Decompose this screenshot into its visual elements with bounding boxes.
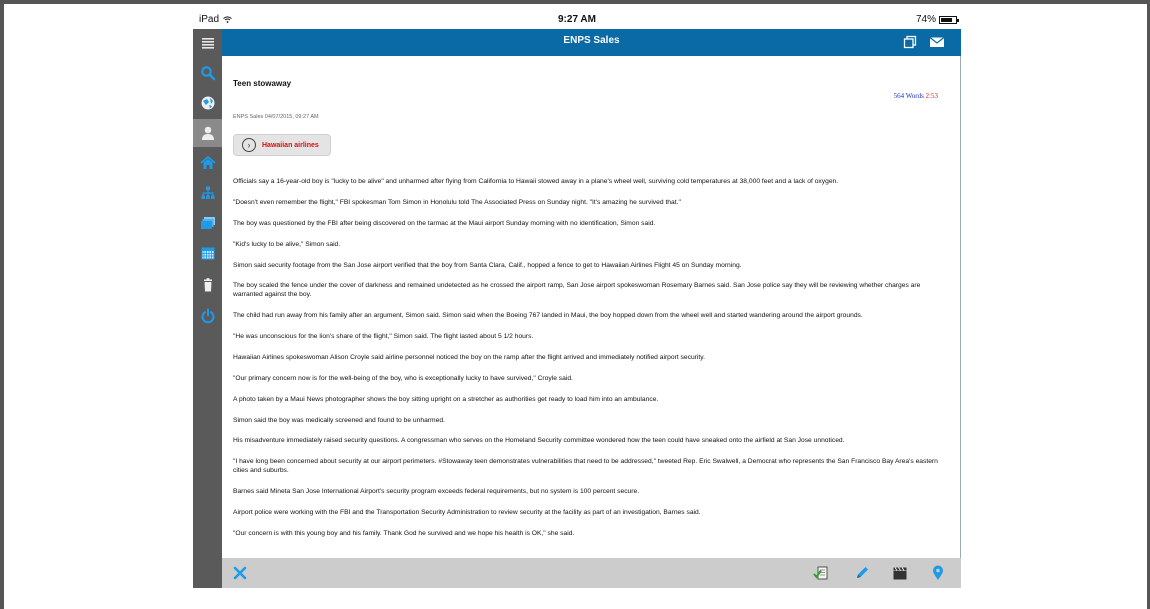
copy-icon xyxy=(903,35,917,49)
story-paragraph: The boy was questioned by the FBI after … xyxy=(233,219,656,227)
close-icon xyxy=(233,566,247,580)
story-paragraph: The child had run away from his family a… xyxy=(233,312,863,320)
clapperboard-icon xyxy=(893,567,907,580)
folders-button[interactable] xyxy=(193,209,222,237)
bottom-toolbar xyxy=(222,558,961,588)
story-paragraph: His misadventure immediately raised secu… xyxy=(233,437,845,445)
story-paragraph: "Our primary concern now is for the well… xyxy=(233,374,573,382)
story-paragraph: Officials say a 16-year-old boy is "luck… xyxy=(233,178,839,185)
location-button[interactable] xyxy=(930,565,946,581)
story-paragraph: "I have long been concerned about securi… xyxy=(233,458,938,474)
story-view: Teen stowaway 564 Words 2:53 ENPS Sales … xyxy=(222,56,961,558)
map-pin-icon xyxy=(933,565,943,580)
home-button[interactable] xyxy=(193,149,222,177)
pencil-icon xyxy=(857,567,868,578)
envelope-icon xyxy=(929,37,945,47)
power-icon xyxy=(201,308,214,324)
battery-indicator: 74% xyxy=(915,14,959,25)
user-icon xyxy=(201,126,214,140)
calendar-button[interactable] xyxy=(193,239,222,267)
story-paragraph: "He was unconscious for the lion's share… xyxy=(233,332,534,340)
word-count-label: Words xyxy=(905,92,924,100)
story-paragraph: "Doesn't even remember the flight," FBI … xyxy=(233,198,681,206)
globe-icon xyxy=(201,96,214,110)
close-button[interactable] xyxy=(232,565,248,581)
story-body: Officials say a 16-year-old boy is "luck… xyxy=(233,178,943,551)
story-paragraph: Simon said security footage from the San… xyxy=(233,261,742,269)
menu-button[interactable] xyxy=(193,29,222,57)
story-paragraph: Barnes said Mineta San Jose Internationa… xyxy=(233,487,640,495)
battery-icon xyxy=(939,15,959,24)
trash-icon xyxy=(203,278,212,292)
story-paragraph: Simon said the boy was medically screene… xyxy=(233,416,445,424)
word-count-value: 564 xyxy=(893,92,905,100)
story-paragraph: "Our concern is with this young boy and … xyxy=(233,529,575,537)
trash-button[interactable] xyxy=(193,271,222,299)
status-time: 9:27 AM xyxy=(558,14,596,25)
edit-button[interactable] xyxy=(854,565,870,581)
logout-button[interactable] xyxy=(193,302,222,330)
copy-button[interactable] xyxy=(902,35,918,49)
search-button[interactable] xyxy=(193,59,222,87)
hierarchy-icon xyxy=(201,186,214,199)
email-button[interactable] xyxy=(929,35,945,49)
profile-button[interactable] xyxy=(193,119,222,147)
home-icon xyxy=(199,155,216,169)
chevron-right-icon: › xyxy=(242,138,256,152)
word-count: 564 Words 2:53 xyxy=(894,92,938,100)
story-paragraph: "Kid's lucky to be alive," Simon said. xyxy=(233,240,341,248)
app-title: ENPS Sales xyxy=(563,35,620,46)
battery-percent: 74% xyxy=(915,14,936,25)
stack-icon xyxy=(200,217,215,229)
calendar-icon xyxy=(201,247,214,260)
story-title: Teen stowaway xyxy=(233,79,292,88)
approve-button[interactable] xyxy=(813,565,829,581)
app-header: ENPS Sales xyxy=(222,29,961,56)
story-tag[interactable]: › Hawaiian airlines xyxy=(233,134,331,156)
story-meta: ENPS Sales 04/07/2015, 09:27 AM xyxy=(233,114,319,120)
search-icon xyxy=(200,66,215,81)
window-frame-left xyxy=(0,0,4,609)
document-check-icon xyxy=(813,566,828,580)
media-button[interactable] xyxy=(892,565,908,581)
story-paragraph: Hawaiian Airlines spokeswoman Alison Cro… xyxy=(233,353,705,361)
story-paragraph: A photo taken by a Maui News photographe… xyxy=(233,395,659,403)
window-frame-top xyxy=(0,0,1150,4)
status-bar: iPad 9:27 AM 74% xyxy=(193,11,961,29)
story-paragraph: Airport police were working with the FBI… xyxy=(233,508,701,516)
menu-icon xyxy=(201,38,214,49)
story-duration: 2:53 xyxy=(925,92,938,100)
wires-button[interactable] xyxy=(193,89,222,117)
story-tag-label: Hawaiian airlines xyxy=(262,141,319,149)
story-paragraph: The boy scaled the fence under the cover… xyxy=(233,282,921,299)
rundowns-button[interactable] xyxy=(193,179,222,207)
sidebar xyxy=(193,29,222,588)
